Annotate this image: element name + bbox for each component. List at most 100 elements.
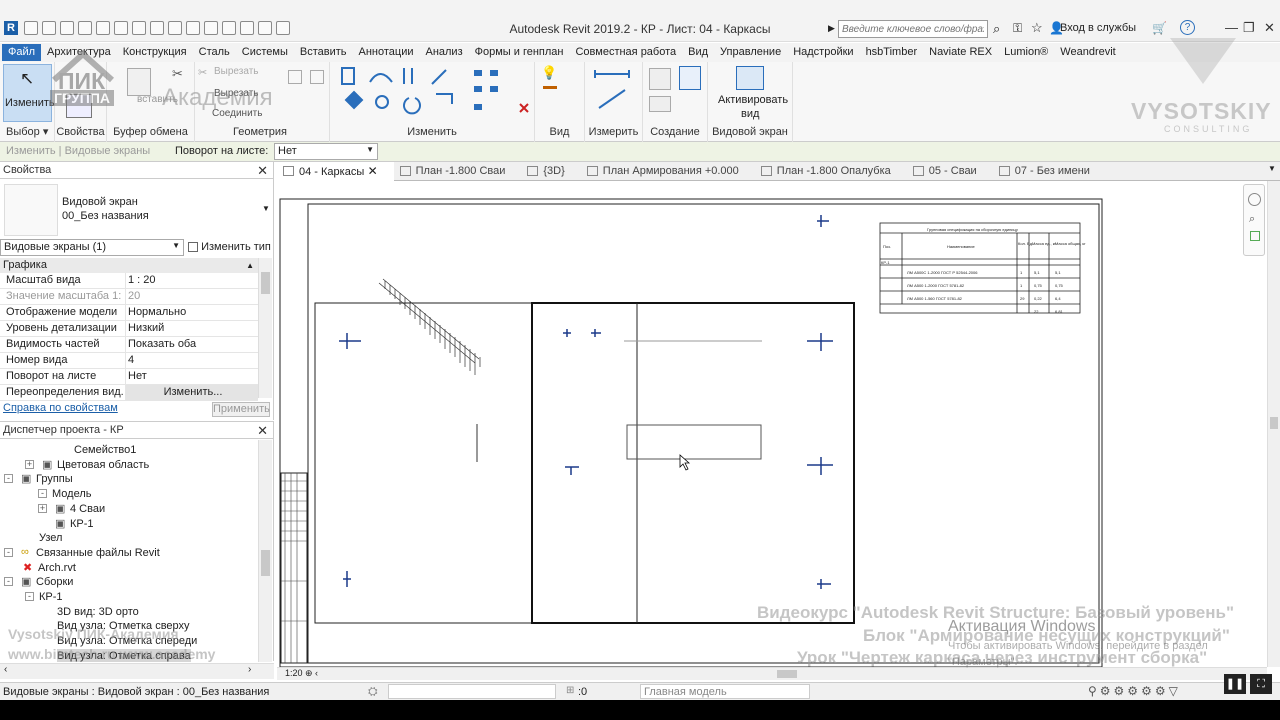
sign-in-button[interactable]: Вход в службы bbox=[1060, 22, 1136, 34]
selection-filter-icons[interactable]: ⚲⚙⚙⚙⚙⚙▽ bbox=[1088, 684, 1181, 698]
editable-icon[interactable]: ⊞ bbox=[566, 685, 574, 696]
browser-scrollbar[interactable] bbox=[258, 440, 272, 662]
browser-tree-item[interactable]: КР-1 bbox=[70, 517, 94, 531]
activate-view-button[interactable]: Активировать bbox=[718, 94, 788, 106]
cart-icon[interactable]: 🛒 bbox=[1152, 21, 1167, 35]
favorites-star-icon[interactable]: ☆ bbox=[1031, 20, 1043, 36]
ribbon-tab-15[interactable]: Lumion® bbox=[998, 44, 1054, 61]
property-row[interactable]: Переопределения вид... Изменить... bbox=[0, 385, 258, 401]
property-row[interactable]: Уровень детализации Низкий bbox=[0, 321, 258, 337]
wall-joins-icon[interactable] bbox=[288, 70, 302, 84]
subscription-icon[interactable]: ⚿ bbox=[1013, 21, 1022, 36]
ribbon-tab-2[interactable]: Конструкция bbox=[117, 44, 193, 61]
ribbon-tab-12[interactable]: Надстройки bbox=[787, 44, 859, 61]
expand-icon[interactable]: + bbox=[25, 459, 34, 469]
view-tab-3[interactable]: План Армирования +0.000 bbox=[581, 162, 755, 180]
browser-tree-item[interactable]: 3D вид: 3D орто bbox=[57, 605, 139, 619]
property-value[interactable]: Показать оба bbox=[125, 337, 258, 352]
browser-tree-item[interactable]: Цветовая область bbox=[57, 458, 149, 472]
ribbon-tab-10[interactable]: Вид bbox=[682, 44, 714, 61]
search-input[interactable] bbox=[838, 20, 988, 38]
collapse-icon[interactable]: - bbox=[38, 489, 47, 499]
browser-tree-item[interactable]: КР-1 bbox=[39, 590, 63, 604]
ribbon-tab-6[interactable]: Аннотации bbox=[353, 44, 420, 61]
view-tab-0[interactable]: 04 - Каркасы ✕ bbox=[277, 161, 394, 181]
property-value[interactable]: 1 : 20 bbox=[125, 273, 258, 288]
type-dropdown-icon[interactable]: ▼ bbox=[262, 204, 270, 213]
measure-dimension-icon[interactable] bbox=[593, 66, 633, 116]
view-tab-4[interactable]: План -1.800 Опалубка bbox=[755, 162, 907, 180]
ribbon-tab-11[interactable]: Управление bbox=[714, 44, 787, 61]
activate-view-icon[interactable] bbox=[736, 66, 764, 90]
modify-button[interactable]: ↖ Изменить bbox=[3, 64, 55, 122]
restore-icon[interactable]: ❐ bbox=[1243, 20, 1255, 36]
close-icon[interactable]: ✕ bbox=[257, 162, 268, 179]
ribbon-tab-13[interactable]: hsbTimber bbox=[860, 44, 924, 61]
search-icon[interactable]: ⌕ bbox=[993, 21, 1000, 37]
browser-tree-item[interactable]: Узел bbox=[39, 531, 62, 545]
ribbon-tab-0[interactable]: Файл bbox=[2, 44, 42, 61]
group-label-select[interactable]: Выбор ▾ bbox=[0, 125, 54, 138]
property-value[interactable]: 4 bbox=[125, 353, 258, 368]
pin-icon[interactable]: 💡 bbox=[541, 65, 557, 81]
ribbon-tab-5[interactable]: Вставить bbox=[294, 44, 353, 61]
design-option-select[interactable]: Главная модель bbox=[640, 684, 810, 699]
property-row[interactable]: Отображение модели Нормально bbox=[0, 305, 258, 321]
rotation-select[interactable]: Нет ▼ bbox=[274, 143, 378, 160]
browser-tree-item[interactable]: 4 Сваи bbox=[70, 502, 105, 516]
close-tab-icon[interactable]: ✕ bbox=[364, 164, 378, 178]
minimize-icon[interactable]: — bbox=[1225, 20, 1238, 35]
close-icon[interactable]: ✕ bbox=[257, 422, 268, 439]
apply-button[interactable]: Применить bbox=[212, 402, 270, 417]
type-name-line1[interactable]: Видовой экран bbox=[62, 196, 138, 208]
property-row[interactable]: Номер вида 4 bbox=[0, 353, 258, 369]
paste-icon[interactable] bbox=[127, 68, 151, 96]
properties-scrollbar[interactable] bbox=[258, 258, 272, 398]
ribbon-tab-3[interactable]: Сталь bbox=[193, 44, 236, 61]
pause-icon[interactable]: ❚❚ bbox=[1224, 674, 1246, 694]
cut-geometry-button[interactable]: Вырезать bbox=[214, 66, 258, 77]
view-tab-5[interactable]: 05 - Сваи bbox=[907, 162, 993, 180]
edit-type-button[interactable]: Изменить тип bbox=[188, 241, 271, 253]
property-row[interactable]: Масштаб вида 1 : 20 bbox=[0, 273, 258, 289]
fullscreen-icon[interactable]: ⛶ bbox=[1250, 674, 1272, 694]
property-value[interactable]: Нормально bbox=[125, 305, 258, 320]
help-icon[interactable]: ? bbox=[1180, 20, 1195, 35]
ribbon-tab-14[interactable]: Naviate REX bbox=[923, 44, 998, 61]
view-control-icons[interactable]: 1:20 ⊕ ‹ bbox=[285, 668, 318, 679]
ribbon-tab-16[interactable]: Weandrevit bbox=[1054, 44, 1121, 61]
canvas-hscrollbar[interactable]: 1:20 ⊕ ‹ bbox=[277, 667, 1267, 680]
view-tab-1[interactable]: План -1.800 Сваи bbox=[394, 162, 522, 180]
property-row[interactable]: Значение масштаба 1: 20 bbox=[0, 289, 258, 305]
property-value[interactable]: Изменить... bbox=[125, 385, 258, 400]
property-value[interactable]: 20 bbox=[125, 289, 258, 304]
browser-tree-item[interactable]: Сборки bbox=[36, 575, 73, 589]
workset-select[interactable] bbox=[388, 684, 556, 699]
chevron-right-icon[interactable]: ▶ bbox=[828, 23, 835, 34]
browser-tree-item[interactable]: Семейство1 bbox=[74, 443, 136, 457]
properties-help-link[interactable]: Справка по свойствам bbox=[3, 402, 118, 414]
property-value[interactable]: Нет bbox=[125, 369, 258, 384]
zoom-region-icon[interactable] bbox=[1250, 231, 1260, 241]
browser-hscrollbar[interactable]: ‹ › bbox=[0, 663, 274, 679]
cope-icon[interactable]: ✂ bbox=[172, 66, 183, 82]
close-icon[interactable]: ✕ bbox=[1264, 20, 1275, 36]
create-group-icon[interactable] bbox=[649, 96, 671, 112]
section-graphics[interactable]: Графика ▲ bbox=[0, 258, 258, 273]
cut-icon[interactable]: ✂ bbox=[198, 66, 207, 79]
view-tab-6[interactable]: 07 - Без имени bbox=[993, 162, 1106, 180]
view-tab-2[interactable]: {3D} bbox=[521, 162, 580, 180]
worksets-icon[interactable]: ⛭ bbox=[368, 684, 378, 699]
create-parts-icon[interactable] bbox=[679, 66, 701, 90]
collapse-icon[interactable]: - bbox=[4, 577, 13, 587]
tabs-overflow-icon[interactable]: ▼ bbox=[1268, 164, 1276, 173]
property-row[interactable]: Поворот на листе Нет bbox=[0, 369, 258, 385]
steering-wheel-icon[interactable] bbox=[1248, 193, 1261, 206]
canvas-vscrollbar[interactable] bbox=[1267, 181, 1280, 667]
property-row[interactable]: Видимость частей Показать оба bbox=[0, 337, 258, 353]
browser-tree-item[interactable]: Группы bbox=[36, 472, 73, 486]
modify-tools-icons[interactable] bbox=[334, 64, 534, 122]
instance-filter-select[interactable]: Видовые экраны (1) ▼ bbox=[0, 239, 184, 256]
ribbon-tab-7[interactable]: Анализ bbox=[419, 44, 468, 61]
type-name-line2[interactable]: 00_Без названия bbox=[62, 210, 149, 222]
